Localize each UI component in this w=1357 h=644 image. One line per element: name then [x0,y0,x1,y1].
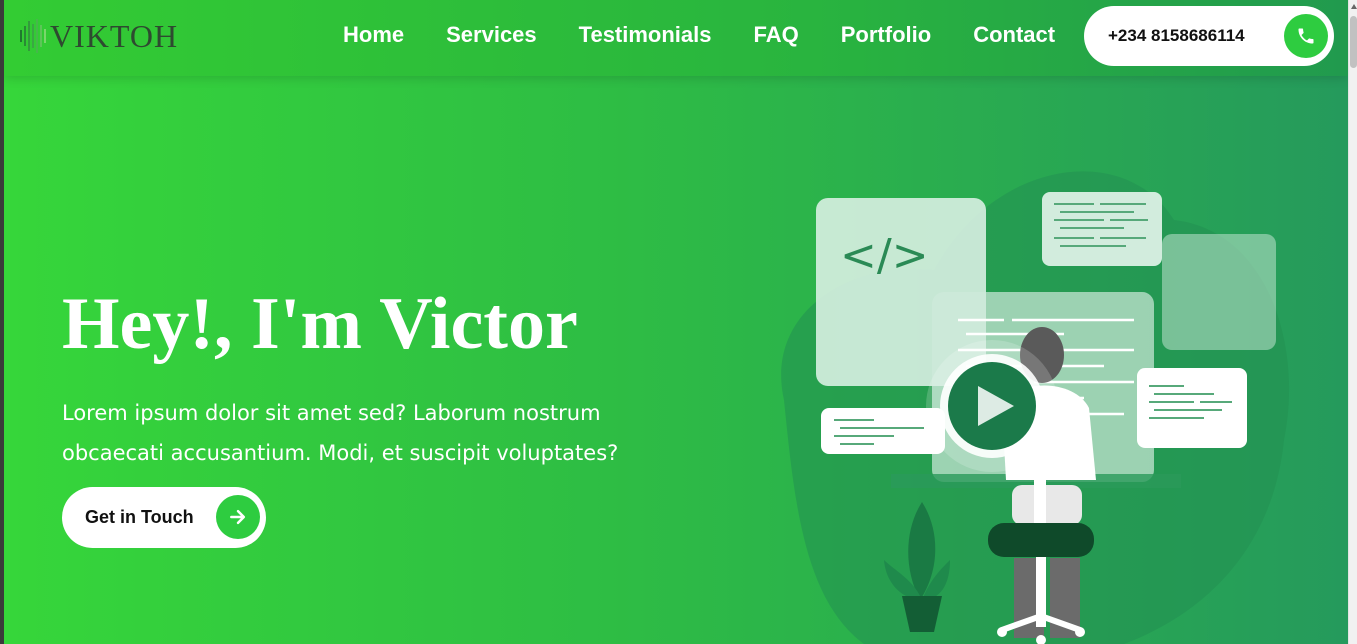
logo[interactable]: VIKTOH [20,16,178,56]
hero-description: Lorem ipsum dolor sit amet sed? Laborum … [62,401,619,465]
scroll-up-arrow-icon[interactable] [1351,4,1357,9]
chair-seat [988,523,1094,557]
scroll-thumb[interactable] [1350,16,1357,68]
faded-panel [1162,234,1276,350]
nav-services[interactable]: Services [446,22,537,48]
nav-contact[interactable]: Contact [973,22,1055,48]
code-brackets-icon: </> [840,230,929,281]
site-header: VIKTOH Home Services Testimonials FAQ Po… [4,0,1348,76]
phone-number: +234 8158686114 [1108,26,1245,45]
cta-label: Get in Touch [85,507,194,527]
get-in-touch-button[interactable]: Get in Touch [62,487,266,548]
logo-text: VIKTOH [50,17,179,54]
hero-title: Hey!, I'm Victor [62,283,578,365]
code-card-left [821,408,945,454]
logo-sound-bars-icon [20,19,46,53]
nav-faq[interactable]: FAQ [754,22,799,48]
phone-icon[interactable] [1284,14,1328,58]
chair-wheel [1075,627,1085,637]
chair-wheel [997,627,1007,637]
nav-testimonials[interactable]: Testimonials [579,22,712,48]
person-legs [1012,485,1082,525]
code-card-right [1137,368,1247,448]
main-nav: Home Services Testimonials FAQ Portfolio… [343,22,1097,48]
nav-home[interactable]: Home [343,22,404,48]
page: VIKTOH Home Services Testimonials FAQ Po… [0,0,1357,644]
scrollbar[interactable] [1348,0,1357,644]
nav-portfolio[interactable]: Portfolio [841,22,931,48]
phone-button[interactable]: +234 8158686114 [1084,6,1334,66]
hero-section: VIKTOH Home Services Testimonials FAQ Po… [4,0,1348,644]
arrow-right-icon [216,495,260,539]
developer-illustration: </> [744,140,1304,644]
